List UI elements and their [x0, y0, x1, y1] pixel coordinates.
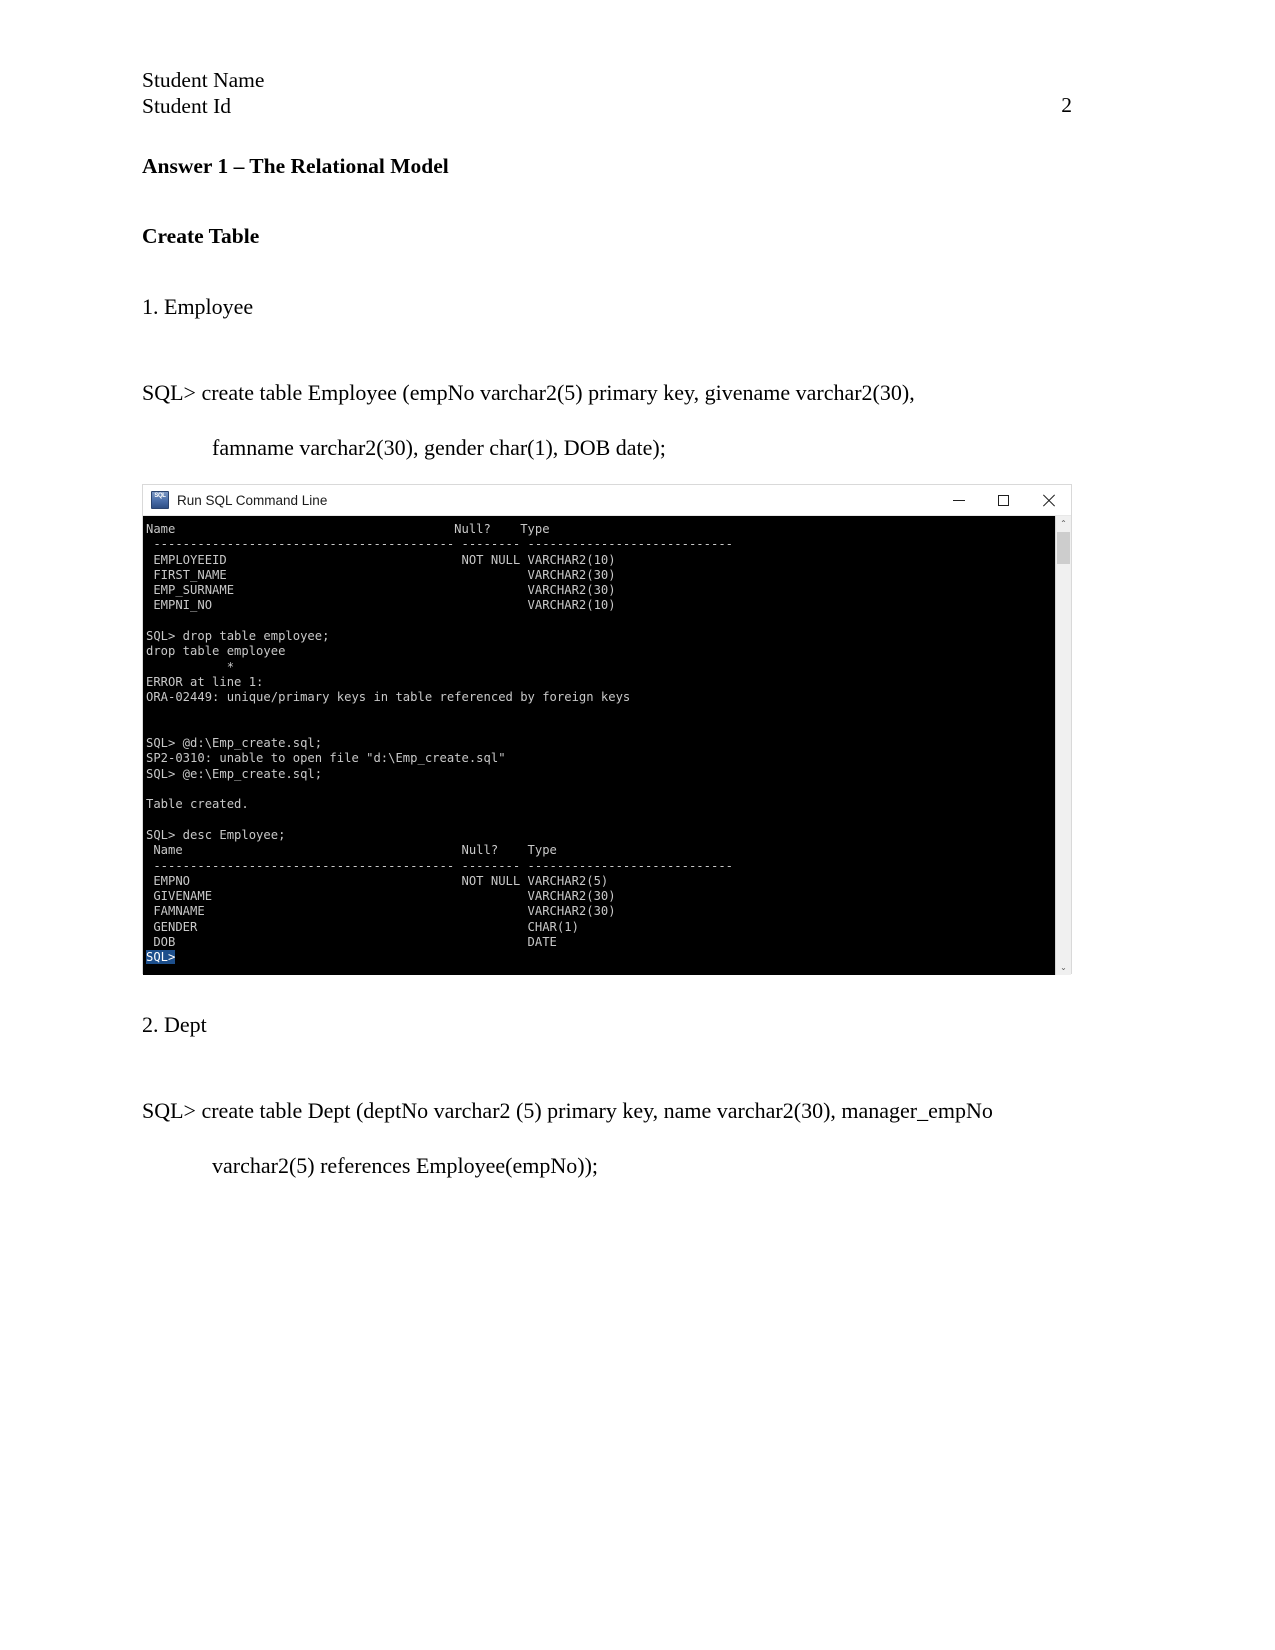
- minimize-button[interactable]: [936, 485, 981, 515]
- close-button[interactable]: [1026, 485, 1071, 515]
- student-id: Student Id: [142, 93, 231, 118]
- maximize-icon: [998, 494, 1009, 506]
- sql-command-line-window[interactable]: Run SQL Command Line Name Null? Type ---…: [142, 484, 1072, 975]
- section-1-sql-statement: SQL> create table Employee (empNo varcha…: [142, 365, 1072, 475]
- scroll-down-arrow-icon[interactable]: ⌄: [1056, 960, 1071, 975]
- sql-statement-line-2: varchar2(5) references Employee(empNo));: [212, 1153, 599, 1178]
- maximize-button[interactable]: [981, 485, 1026, 515]
- terminal-output-text: Name Null? Type ------------------------…: [146, 522, 733, 950]
- section-1-label: 1. Employee: [142, 294, 254, 319]
- window-controls: [936, 485, 1071, 515]
- document-content: Student Name Student Id 2 Answer 1 – The…: [142, 68, 1072, 475]
- sql-statement-line-2: famname varchar2(30), gender char(1), DO…: [212, 435, 666, 460]
- window-body: Name Null? Type ------------------------…: [143, 516, 1071, 975]
- document-page: Student Name Student Id 2 Answer 1 – The…: [0, 0, 1275, 1650]
- section-2-label: 2. Dept: [142, 1012, 207, 1037]
- document-content-lower: 2. Dept SQL> create table Dept (deptNo v…: [142, 1012, 1072, 1193]
- terminal-prompt: SQL>: [146, 950, 176, 965]
- terminal-scrollbar[interactable]: ⌃ ⌄: [1055, 516, 1071, 975]
- document-header: Student Name Student Id 2: [142, 68, 1072, 126]
- scrollbar-thumb[interactable]: [1057, 532, 1070, 564]
- student-name: Student Name: [142, 68, 265, 92]
- sql-statement-line-1: SQL> create table Employee (empNo varcha…: [142, 380, 915, 405]
- student-identity-block: Student Name Student Id: [142, 68, 264, 119]
- page-number: 2: [1061, 93, 1072, 117]
- sql-statement-line-1: SQL> create table Dept (deptNo varchar2 …: [142, 1098, 993, 1123]
- heading-answer-1: Answer 1 – The Relational Model: [142, 154, 449, 178]
- close-icon: [1042, 494, 1055, 507]
- window-titlebar[interactable]: Run SQL Command Line: [143, 485, 1071, 516]
- scroll-up-arrow-icon[interactable]: ⌃: [1056, 516, 1071, 531]
- heading-create-table: Create Table: [142, 224, 260, 248]
- terminal-output-area[interactable]: Name Null? Type ------------------------…: [143, 516, 1055, 975]
- minimize-icon: [952, 499, 965, 501]
- sql-app-icon: [151, 491, 169, 509]
- window-title: Run SQL Command Line: [177, 492, 328, 508]
- section-2-sql-statement: SQL> create table Dept (deptNo varchar2 …: [142, 1083, 1072, 1193]
